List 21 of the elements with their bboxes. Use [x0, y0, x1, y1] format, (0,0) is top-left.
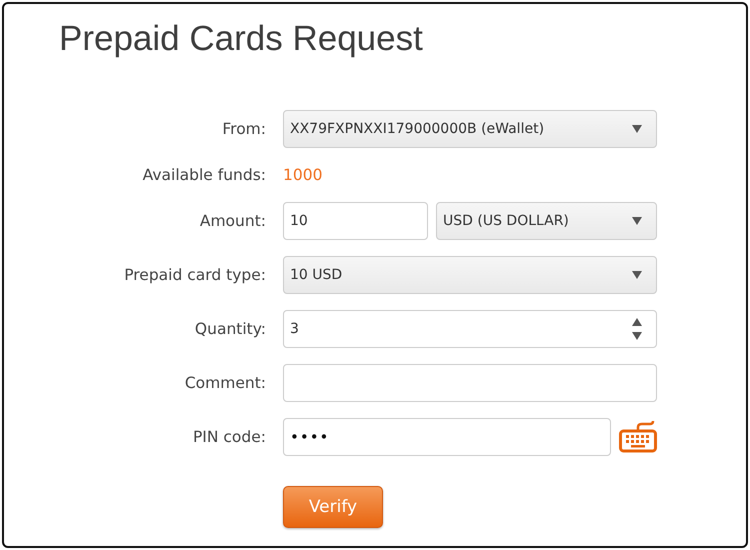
- field-label: From:: [221, 120, 266, 138]
- caret-icon: [632, 271, 642, 279]
- keyboard-icon[interactable]: [619, 421, 657, 453]
- funds-amount: 1000: [283, 166, 322, 184]
- dropdown[interactable]: USD (US DOLLAR): [436, 202, 657, 240]
- input-field[interactable]: 10: [283, 202, 428, 240]
- spinner-icon: [632, 318, 642, 340]
- number-field[interactable]: 3: [283, 310, 657, 348]
- caret-icon: [632, 217, 642, 225]
- field-label: Amount:: [198, 212, 266, 230]
- dropdown[interactable]: XX79FXPNXXI179000000B (eWallet): [283, 110, 657, 148]
- dropdown[interactable]: 10 USD: [283, 256, 657, 294]
- input-field[interactable]: [283, 364, 657, 402]
- page-title: Prepaid Cards Request: [59, 18, 424, 60]
- field-label: PIN code:: [192, 428, 266, 446]
- field-label: Available funds:: [142, 166, 266, 184]
- caret-icon: [632, 125, 642, 133]
- password-field[interactable]: ••••: [283, 418, 611, 456]
- field-label: Quantity:: [194, 320, 266, 338]
- field-label: Prepaid card type:: [123, 266, 266, 284]
- field-label: Comment:: [184, 374, 266, 392]
